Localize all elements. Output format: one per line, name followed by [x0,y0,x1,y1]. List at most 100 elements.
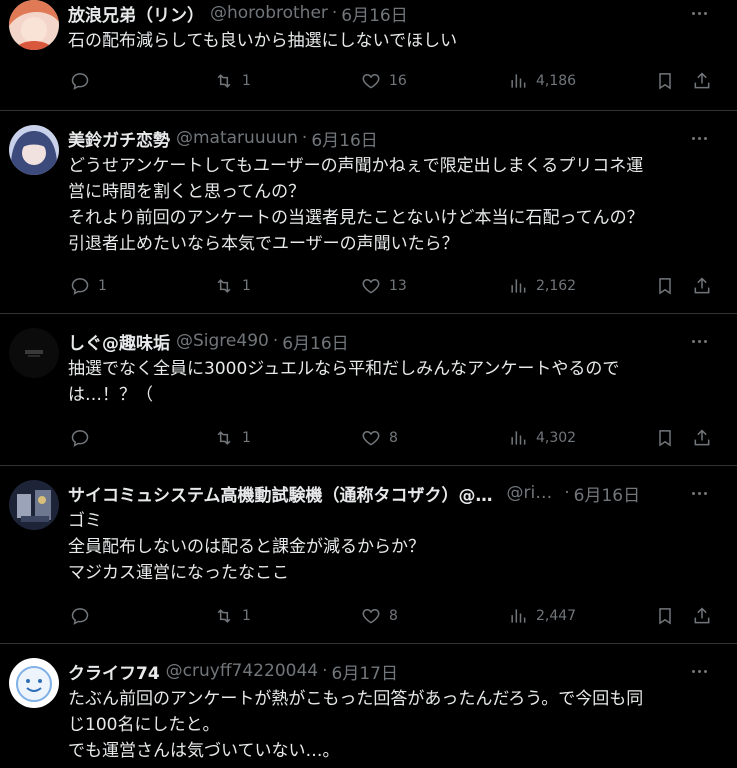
tweet[interactable]: 美鈴ガチ恋勢 @mataruuuun · 6月16日 どうせアンケートしてもユー… [0,111,737,314]
tweet-text-line: は…！？（ [68,385,153,405]
user-handle[interactable]: @horobrother [210,3,328,23]
user-handle[interactable]: @cruyff74220044 [166,661,318,681]
heart-icon [362,430,380,446]
display-name[interactable]: しぐ@趣味垢 [68,329,170,354]
tweet-text: どうせアンケートしてもユーザーの声聞かねぇで限定出しまくるプリコネ運 営に時間を… [68,153,715,257]
display-name[interactable]: クライフ74 [68,659,160,684]
retweet-button[interactable]: 1 [214,602,251,630]
view-count: 4,302 [536,430,577,446]
avatar[interactable] [9,480,59,530]
view-count: 2,447 [536,608,577,624]
tweet-text-line: でも運営さんは気づいていない…。 [68,741,340,761]
tweet[interactable]: しぐ@趣味垢 @Sigre490 · 6月16日 抽選でなく全員に3000ジュエ… [0,314,737,466]
user-handle[interactable]: @Sigre490 [176,331,269,351]
retweet-count: 1 [242,430,251,446]
reply-icon [71,73,89,90]
share-button[interactable] [692,602,712,630]
bookmark-icon [659,278,671,295]
retweet-count: 1 [242,73,251,89]
separator-dot: · [322,661,328,681]
more-options-icon[interactable] [687,658,711,684]
reply-button[interactable] [70,424,98,452]
action-bar: 1 1 13 2,162 [68,272,715,300]
tweet-text-line: マジカス運営になったなここ [68,563,289,583]
separator-dot: · [272,331,279,351]
like-button[interactable]: 16 [361,67,407,95]
views-button[interactable]: 2,447 [508,602,576,630]
tweet-text-line: たぶん前回のアンケートが熱がこもった回答があったんだろう。で今回も同 [68,689,644,709]
avatar-image [9,480,59,530]
timestamp[interactable]: 6月16日 [341,1,407,26]
user-handle[interactable]: @mataruuuun [176,128,298,148]
more-options-icon[interactable] [687,480,711,506]
views-button[interactable]: 4,302 [508,424,576,452]
reply-button[interactable]: 1 [70,272,107,300]
retweet-count: 1 [242,278,251,294]
bookmark-button[interactable] [655,602,675,630]
avatar[interactable] [9,658,59,708]
timestamp[interactable]: 6月16日 [311,126,377,151]
more-options-icon[interactable] [687,328,711,354]
share-icon [694,72,710,89]
like-button[interactable]: 8 [361,424,398,452]
view-count: 2,162 [536,278,577,294]
avatar[interactable] [9,328,59,378]
separator-dot: · [301,128,308,148]
avatar[interactable] [9,0,59,50]
views-icon [511,74,526,88]
bookmark-button[interactable] [655,424,675,452]
display-name[interactable]: サイコミュシステム高機動試験機（通称タコザク）@… [68,481,493,506]
more-options-icon[interactable] [687,125,711,151]
share-button[interactable] [692,272,712,300]
views-button[interactable]: 4,186 [508,67,576,95]
tweet[interactable]: 放浪兄弟（リン） @horobrother · 6月16日 石の配布減らしても良… [0,0,737,111]
reply-button[interactable] [70,602,98,630]
views-button[interactable]: 2,162 [508,272,576,300]
avatar-image [9,0,59,50]
bookmark-icon [659,608,671,625]
tweet[interactable]: クライフ74 @cruyff74220044 · 6月17日 たぶん前回のアンケ… [0,644,737,768]
user-handle[interactable]: @ri… [507,483,553,503]
retweet-icon [217,279,231,293]
display-name[interactable]: 放浪兄弟（リン） [68,1,204,26]
retweet-icon [217,74,231,88]
tweet-text-line: どうせアンケートしてもユーザーの声聞かねぇで限定出しまくるプリコネ運 [68,156,644,176]
tweet-text: 石の配布減らしても良いから抽選にしないでほしい [68,28,715,54]
retweet-button[interactable]: 1 [214,424,251,452]
tweet-text-line: 全員配布しないのは配ると課金が減るからか？ [68,537,425,557]
bookmark-icon [659,73,671,90]
display-name[interactable]: 美鈴ガチ恋勢 [68,126,170,151]
tweet-text: たぶん前回のアンケートが熱がこもった回答があったんだろう。で今回も同 じ100名… [68,686,715,764]
like-count: 13 [389,278,407,294]
bookmark-button[interactable] [655,272,675,300]
heart-icon [362,608,380,624]
retweet-button[interactable]: 1 [214,272,251,300]
more-options-icon[interactable] [687,0,711,26]
timestamp[interactable]: 6月16日 [574,481,640,506]
action-bar: 1 8 4,302 [68,424,715,452]
tweet[interactable]: サイコミュシステム高機動試験機（通称タコザク）@… @ri… · 6月16日 ゴ… [0,466,737,644]
avatar-image [9,125,59,175]
tweet-text-line: 抽選でなく全員に3000ジュエルなら平和だしみんなアンケートやるので [68,359,620,379]
like-count: 16 [389,73,407,89]
avatar[interactable] [9,125,59,175]
share-icon [694,607,710,624]
share-icon [694,277,710,294]
action-bar: 1 16 4,186 [68,67,715,95]
like-button[interactable]: 13 [361,272,407,300]
timestamp[interactable]: 6月17日 [332,659,398,684]
reply-button[interactable] [70,67,98,95]
bookmark-icon [659,430,671,447]
retweet-button[interactable]: 1 [214,67,251,95]
heart-icon [362,73,380,89]
like-count: 8 [389,608,398,624]
reply-icon [71,278,89,295]
share-button[interactable] [692,67,712,95]
share-button[interactable] [692,424,712,452]
like-count: 8 [389,430,398,446]
timestamp[interactable]: 6月16日 [282,329,348,354]
views-icon [511,609,526,623]
reply-icon [71,430,89,447]
bookmark-button[interactable] [655,67,675,95]
like-button[interactable]: 8 [361,602,398,630]
